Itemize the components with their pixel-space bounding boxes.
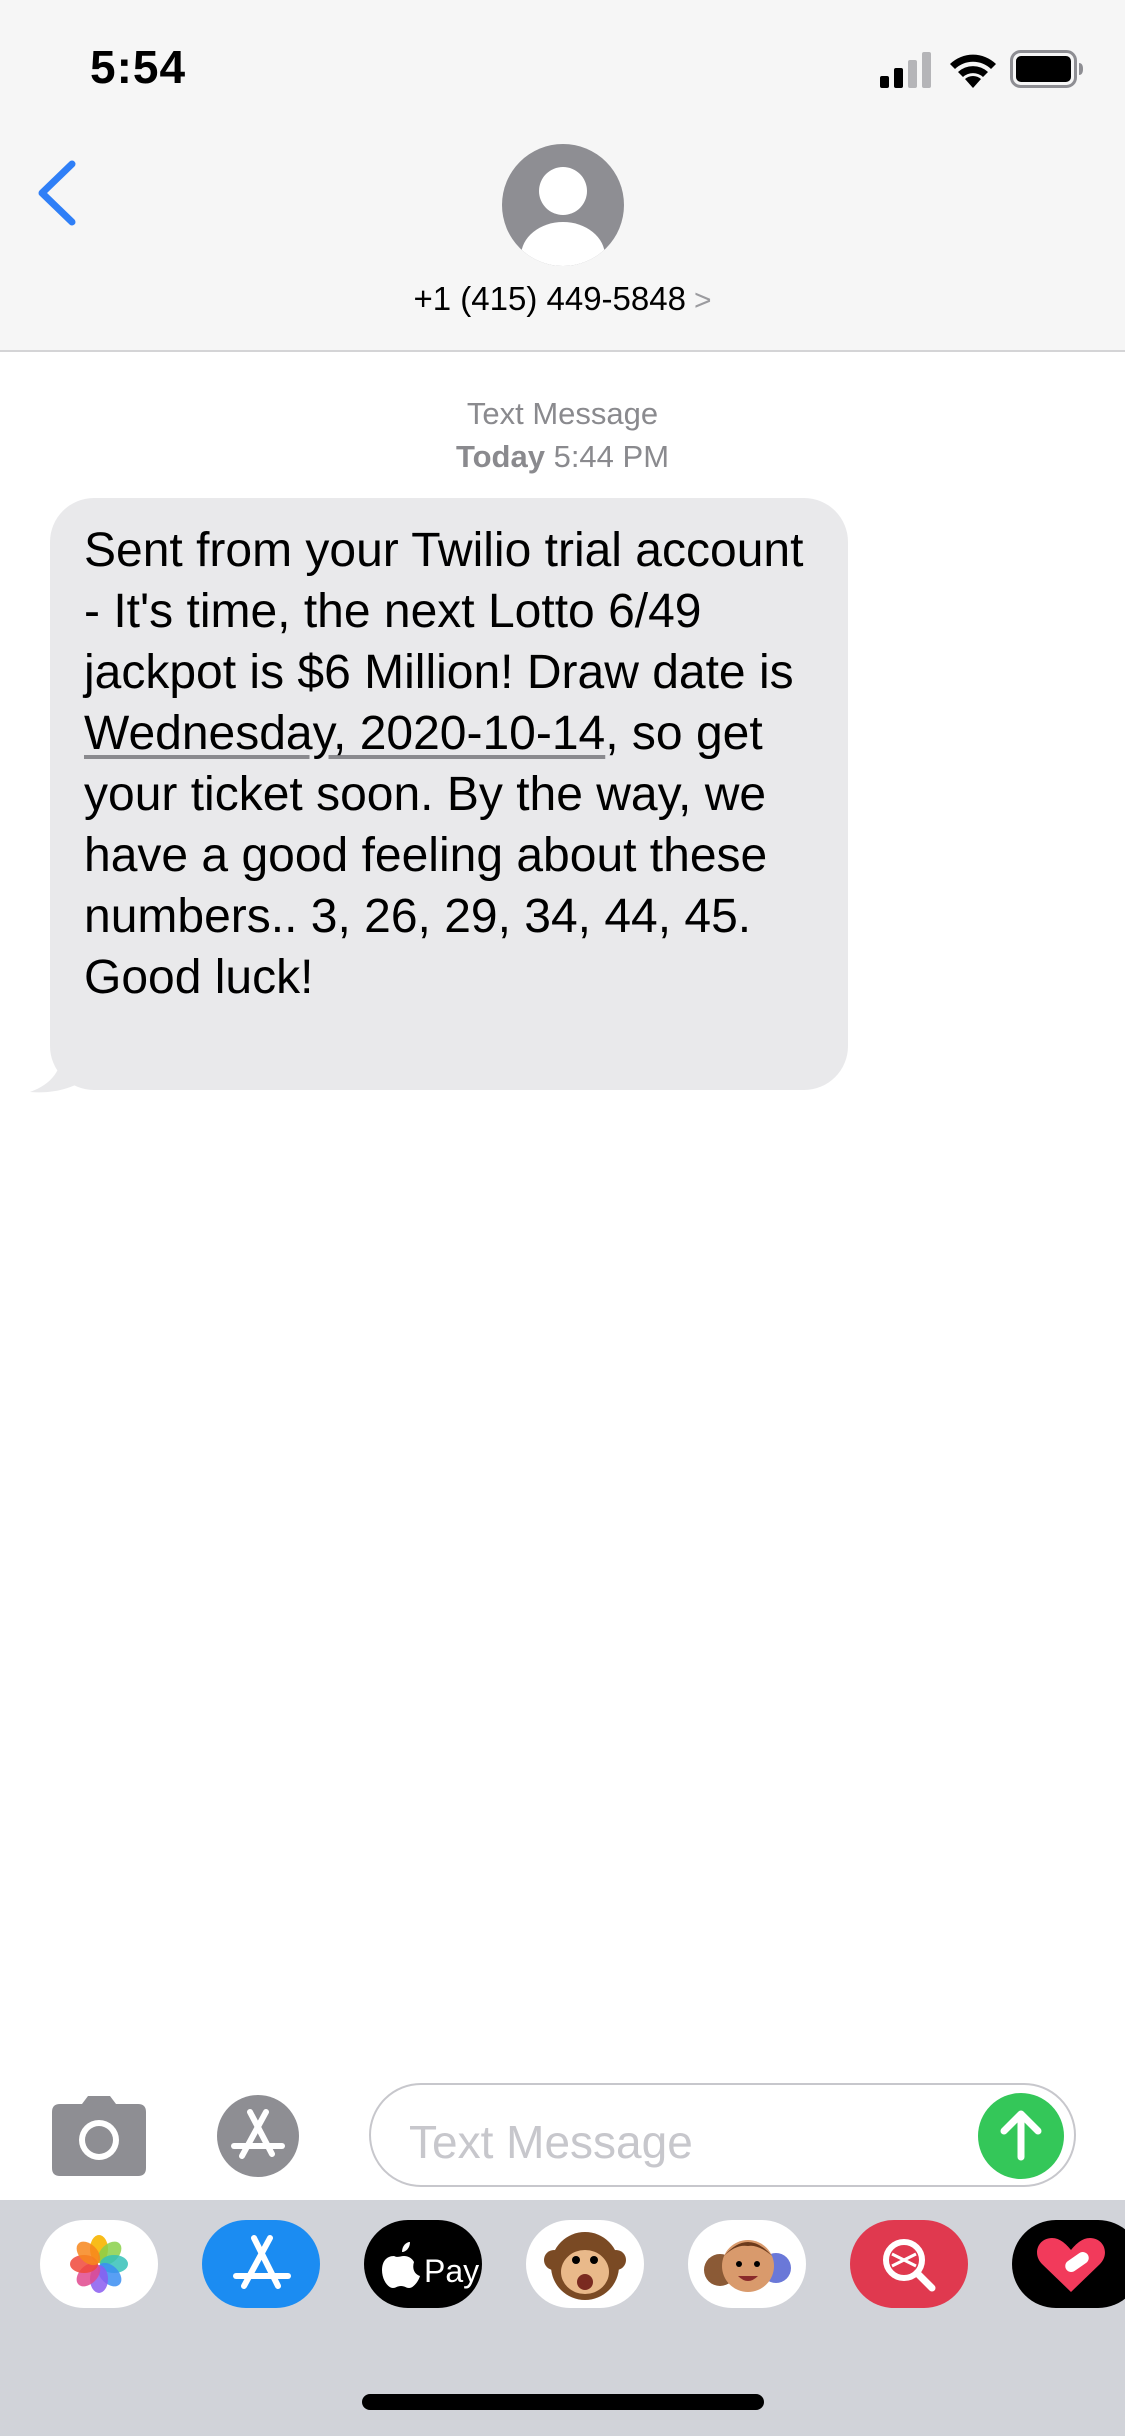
message-timestamp: Text Message Today 5:44 PM bbox=[0, 392, 1125, 478]
message-text-start: Sent from your Twilio trial account - It… bbox=[84, 524, 804, 699]
image-search-icon[interactable] bbox=[850, 2220, 968, 2308]
camera-icon[interactable] bbox=[52, 2096, 146, 2176]
contact-number: +1 (415) 449-5848 bbox=[413, 280, 686, 317]
contact-avatar[interactable] bbox=[502, 144, 624, 266]
app-store-icon[interactable] bbox=[202, 2220, 320, 2308]
app-store-button[interactable] bbox=[210, 2094, 320, 2178]
apple-pay-label: Pay bbox=[424, 2253, 479, 2289]
message-day: Today bbox=[455, 439, 545, 474]
message-date-link[interactable]: Wednesday, 2020-10-14 bbox=[84, 707, 605, 760]
signal-icon bbox=[880, 52, 931, 88]
person-icon bbox=[521, 167, 605, 266]
contact-name-button[interactable]: +1 (415) 449-5848 > bbox=[0, 280, 1125, 318]
message-time: 5:44 PM bbox=[553, 439, 670, 474]
animoji-monkey-icon[interactable] bbox=[526, 2220, 644, 2308]
battery-icon bbox=[1010, 50, 1083, 88]
apple-pay-icon[interactable]: Pay bbox=[364, 2220, 482, 2308]
contact-chevron-icon: > bbox=[693, 284, 712, 317]
messages-screen: 5:54 +1 (415) 449-5848 > Text Message To… bbox=[0, 0, 1125, 2436]
message-type-label: Text Message bbox=[466, 396, 659, 431]
photos-icon[interactable] bbox=[40, 2220, 158, 2308]
arrow-up-icon bbox=[1000, 2110, 1042, 2161]
message-input[interactable]: Text Message bbox=[369, 2083, 1076, 2187]
back-chevron-icon[interactable] bbox=[34, 158, 78, 228]
input-placeholder: Text Message bbox=[409, 2116, 693, 2168]
status-time: 5:54 bbox=[90, 41, 187, 93]
home-indicator[interactable] bbox=[362, 2394, 764, 2410]
memoji-icon[interactable] bbox=[688, 2220, 806, 2308]
incoming-message-bubble[interactable]: Sent from your Twilio trial account - It… bbox=[50, 498, 848, 1090]
wifi-icon bbox=[950, 54, 996, 88]
digital-touch-icon[interactable] bbox=[1012, 2220, 1125, 2308]
send-button[interactable] bbox=[978, 2093, 1064, 2179]
conversation-header: 5:54 +1 (415) 449-5848 > bbox=[0, 0, 1125, 352]
